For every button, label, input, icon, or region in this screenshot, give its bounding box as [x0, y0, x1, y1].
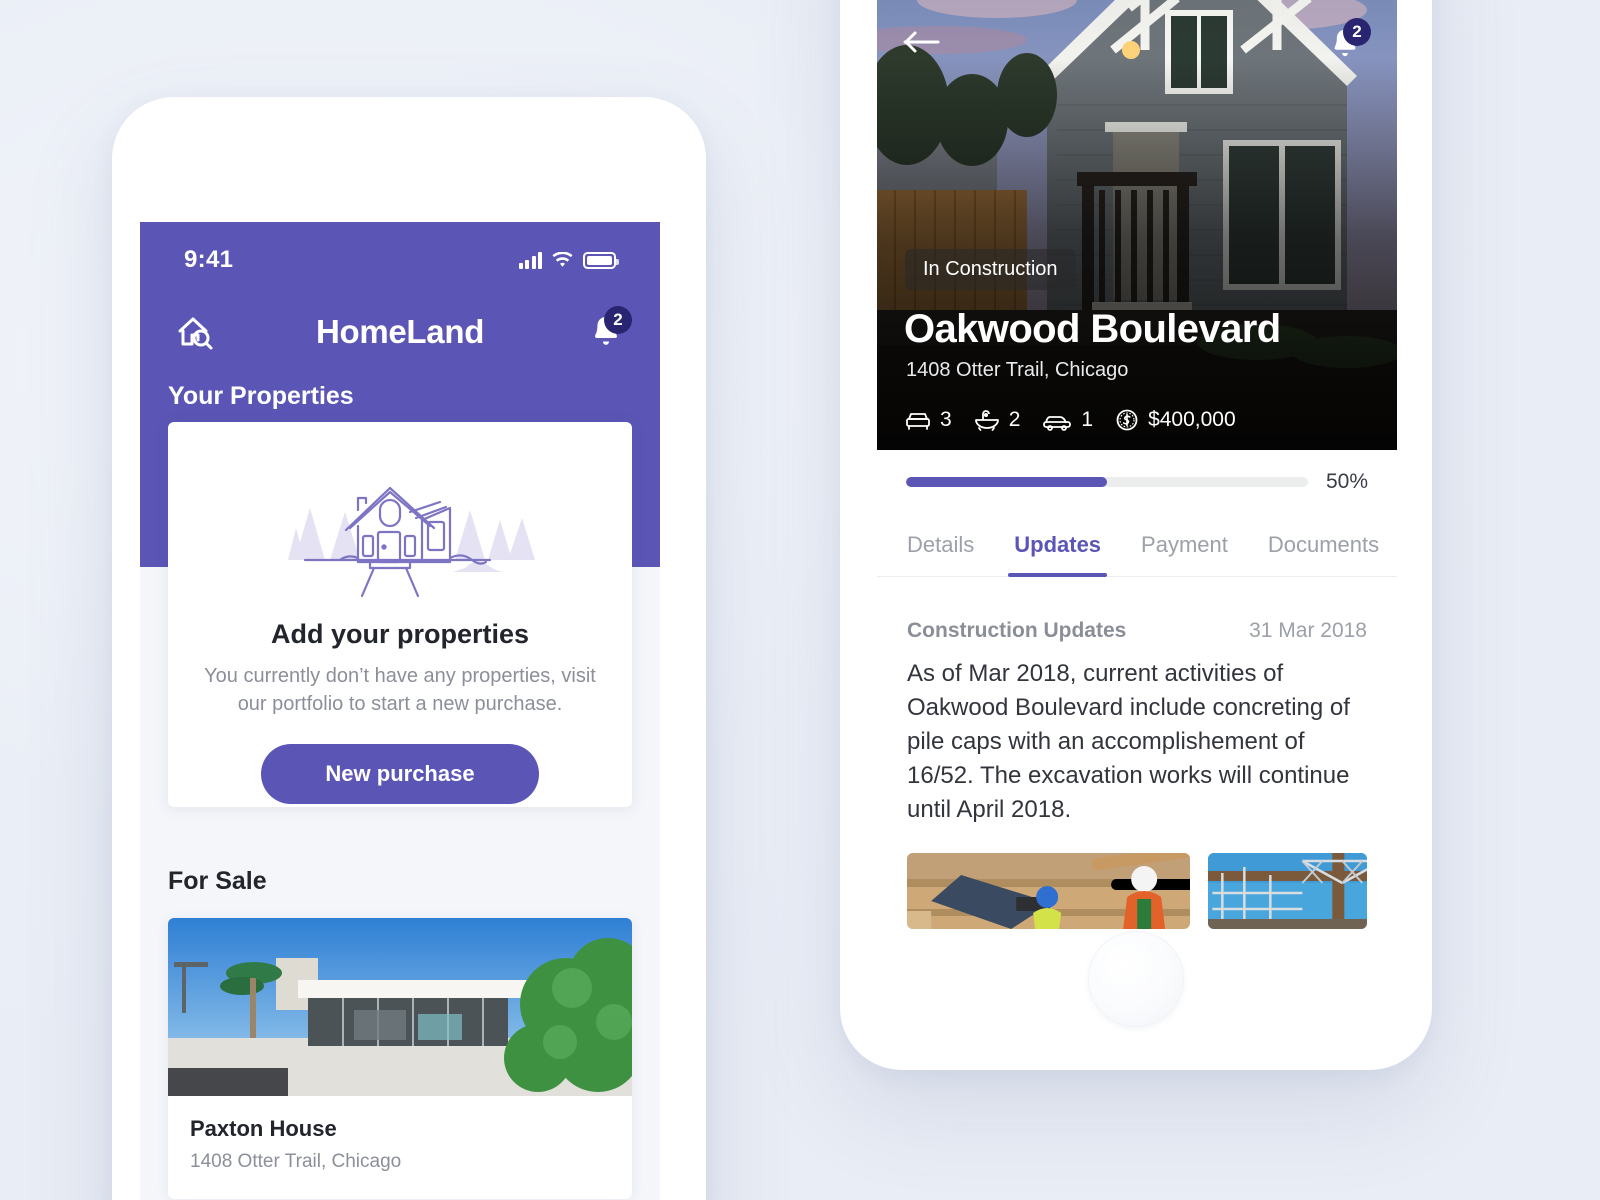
- progress-percent: 50%: [1325, 470, 1368, 493]
- property-title: Oakwood Boulevard: [904, 307, 1281, 351]
- left-phone-frame: 9:41 HomeLand 2 Your Properties Add your…: [112, 97, 706, 1200]
- construction-update: Construction Updates 31 Mar 2018 As of M…: [877, 577, 1397, 930]
- add-properties-description: You currently don’t have any properties,…: [204, 665, 596, 715]
- bath-icon: [974, 410, 999, 431]
- house-search-icon[interactable]: [168, 306, 220, 358]
- battery-icon: [583, 251, 619, 269]
- tab-details[interactable]: Details: [907, 516, 974, 576]
- status-bar: 9:41: [140, 244, 660, 276]
- for-sale-heading: For Sale: [168, 867, 267, 895]
- notifications-button[interactable]: 2: [1319, 18, 1371, 70]
- update-header: Construction Updates 31 Mar 2018: [907, 619, 1367, 643]
- update-body: As of Mar 2018, current activities of Oa…: [907, 660, 1350, 824]
- screenshot-stage: 9:41 HomeLand 2 Your Properties Add your…: [0, 0, 1600, 1200]
- car-icon: [1043, 416, 1072, 431]
- status-bar-indicators: [518, 251, 619, 269]
- progress-bar-fill: [906, 477, 1107, 487]
- modern-house-photo: [168, 918, 632, 1096]
- add-properties-heading: Add your properties: [270, 619, 530, 649]
- app-title: HomeLand: [315, 313, 485, 350]
- notification-badge: 2: [1343, 18, 1371, 46]
- tab-documents[interactable]: Documents: [1268, 516, 1379, 576]
- spec-price: $400,000: [1115, 408, 1236, 432]
- right-phone-screen: 2 In Construction Oakwood Boulevard 1408…: [877, 0, 1397, 935]
- dollar-coin-icon: [1116, 409, 1138, 431]
- spec-bedrooms-value: 3: [940, 408, 952, 431]
- notifications-button[interactable]: 2: [580, 306, 632, 358]
- construction-workers-photo[interactable]: [907, 853, 1191, 930]
- hero-top-bar: 2: [877, 18, 1397, 70]
- house-illustration: [288, 486, 535, 598]
- tab-updates[interactable]: Updates: [1008, 516, 1107, 577]
- spec-parking: 1: [1042, 408, 1093, 432]
- spec-bathrooms: 2: [974, 408, 1021, 432]
- back-button[interactable]: [903, 30, 941, 59]
- spec-bathrooms-value: 2: [1008, 408, 1021, 431]
- your-properties-heading: Your Properties: [168, 382, 354, 410]
- list-item[interactable]: Paxton House 1408 Otter Trail, Chicago: [168, 918, 632, 1199]
- property-address: 1408 Otter Trail, Chicago: [190, 1151, 402, 1172]
- property-name: Paxton House: [190, 1116, 337, 1141]
- progress-row: 50%: [877, 450, 1397, 494]
- crane-photo[interactable]: [1208, 853, 1367, 930]
- property-hero: 2 In Construction Oakwood Boulevard 1408…: [877, 0, 1397, 450]
- notification-badge: 2: [604, 306, 632, 334]
- update-label: Construction Updates: [907, 619, 1127, 642]
- spec-parking-value: 1: [1081, 408, 1094, 431]
- right-phone-frame: 2 In Construction Oakwood Boulevard 1408…: [840, 0, 1432, 1070]
- wifi-icon: [552, 251, 573, 267]
- property-address: 1408 Otter Trail, Chicago: [906, 359, 1129, 381]
- signal-bars-icon: [518, 251, 542, 269]
- status-badge: In Construction: [905, 249, 1076, 290]
- tab-payment[interactable]: Payment: [1141, 516, 1228, 576]
- home-button[interactable]: [1088, 931, 1184, 1027]
- update-thumbnails: [907, 853, 1367, 930]
- left-phone-screen: 9:41 HomeLand 2 Your Properties Add your…: [140, 222, 660, 1200]
- property-specs: 3 2 1 $400,000: [905, 408, 1236, 432]
- tab-bar: Details Updates Payment Documents: [877, 516, 1397, 577]
- spec-price-value: $400,000: [1148, 408, 1236, 431]
- list-item-info: Paxton House 1408 Otter Trail, Chicago: [168, 1096, 632, 1199]
- bed-icon: [906, 413, 930, 430]
- new-purchase-button[interactable]: New purchase: [261, 744, 539, 804]
- progress-bar: [906, 477, 1308, 487]
- update-date: 31 Mar 2018: [1249, 619, 1367, 642]
- status-bar-time: 9:41: [184, 246, 234, 273]
- spec-bedrooms: 3: [905, 408, 952, 432]
- left-navbar: HomeLand 2: [140, 292, 660, 372]
- add-properties-card: Add your properties You currently don’t …: [168, 422, 632, 807]
- back-arrow-icon: [903, 31, 940, 52]
